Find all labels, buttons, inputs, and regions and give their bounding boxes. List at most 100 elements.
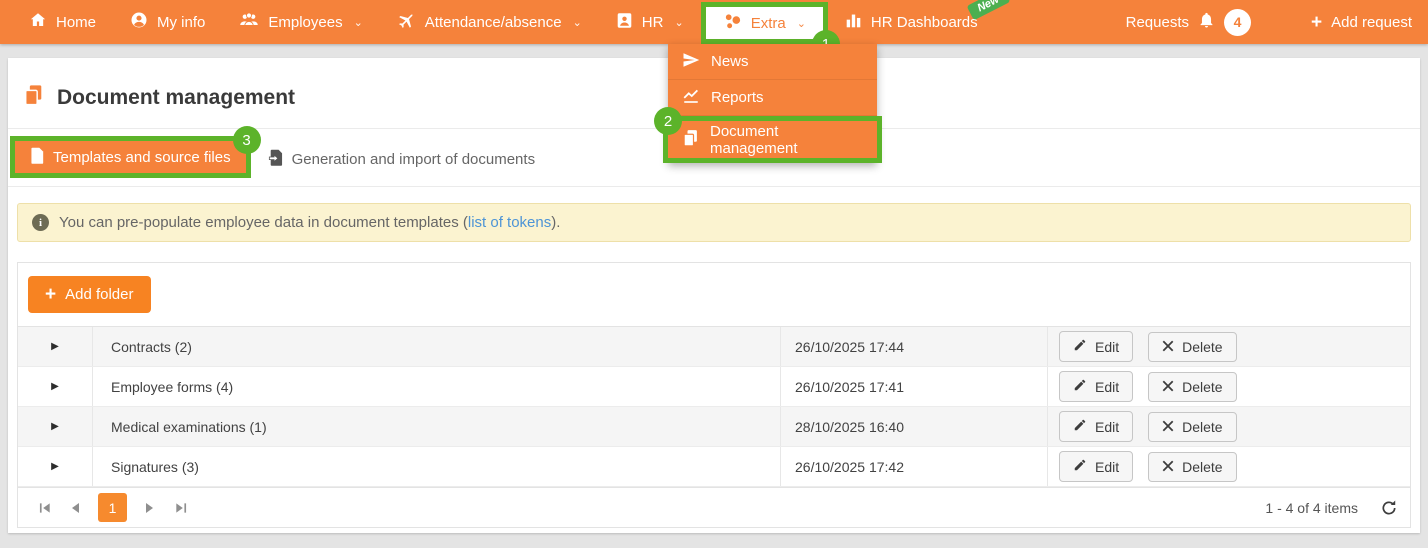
edit-button[interactable]: Edit [1059,371,1134,402]
expand-arrow-icon: ▶ [51,461,59,472]
expand-toggle[interactable]: ▶ [18,327,93,366]
edit-label: Edit [1095,378,1120,395]
add-request-button[interactable]: + Add request [1287,13,1412,32]
x-icon [1162,379,1174,395]
edit-label: Edit [1095,418,1120,435]
expand-toggle[interactable]: ▶ [18,447,93,486]
table-row: ▶ Employee forms (4) 26/10/2025 17:41 Ed… [18,367,1410,407]
top-navigation: Home My info Employees ⌄ Attendance/abse… [0,0,1428,58]
nav-item-hr[interactable]: HR ⌄ [599,0,701,44]
delete-button[interactable]: Delete [1148,331,1237,362]
documents-icon [682,129,699,151]
pagination-bar: 1 1 - 4 of 4 items [18,487,1410,527]
nav-item-attendance[interactable]: Attendance/absence ⌄ [380,0,599,44]
table-row: ▶ Medical examinations (1) 28/10/2025 16… [18,407,1410,447]
list-of-tokens-link[interactable]: list of tokens [468,214,551,231]
expand-arrow-icon: ▶ [51,381,59,392]
paper-plane-icon [682,51,700,73]
add-request-label: Add request [1331,13,1412,31]
refresh-icon[interactable] [1380,499,1398,517]
menu-item-label: Document management [710,122,798,157]
pager-page-1[interactable]: 1 [98,493,127,522]
hr-badge-icon [616,12,633,33]
annotation-box-templates-tab: Templates and source files 3 [10,126,261,178]
expand-toggle[interactable]: ▶ [18,407,93,446]
nav-right-section: Requests 4 + Add request [1126,8,1412,36]
grid-toolbar: + Add folder [18,263,1410,327]
nav-item-home[interactable]: Home [12,0,113,44]
menu-item-reports[interactable]: Reports [668,80,877,116]
requests-button[interactable]: Requests 4 [1126,8,1277,36]
nav-item-label: My info [157,13,206,31]
pager-right-section: 1 - 4 of 4 items [1265,499,1398,517]
row-actions: Edit Delete [1048,451,1410,482]
nav-item-label: Employees [268,13,343,31]
edit-button[interactable]: Edit [1059,331,1134,362]
folders-grid: + Add folder ▶ Contracts (2) 26/10/2025 … [17,262,1411,528]
banner-text: You can pre-populate employee data in do… [59,214,560,231]
row-actions: Edit Delete [1048,371,1410,402]
pager-previous-button[interactable] [60,493,90,523]
nav-item-my-info[interactable]: My info [113,0,222,44]
line-chart-icon [682,87,700,109]
people-icon [239,11,259,33]
extra-dropdown-menu: News Reports Document management 2 [654,44,882,163]
pager-last-button[interactable] [165,493,195,523]
nav-item-hr-dashboards[interactable]: HR Dashboards New [828,0,1011,44]
delete-label: Delete [1182,378,1223,395]
nav-item-employees[interactable]: Employees ⌄ [222,0,379,44]
bell-icon [1198,11,1215,33]
chevron-down-icon: ⌄ [674,16,684,29]
delete-label: Delete [1182,338,1223,355]
menu-item-label: News [711,53,749,70]
pager-summary: 1 - 4 of 4 items [1265,499,1358,516]
file-import-icon [268,149,283,170]
menu-item-document-management[interactable]: Document management [668,121,877,158]
pencil-icon [1073,338,1087,355]
tab-label: Templates and source files [53,148,231,166]
edit-button[interactable]: Edit [1059,411,1134,442]
folder-name: Employee forms (4) [93,367,781,406]
pencil-icon [1073,418,1087,435]
tab-generation-and-import[interactable]: Generation and import of documents [268,149,535,170]
delete-label: Delete [1182,458,1223,475]
x-icon [1162,339,1174,355]
nav-item-label: Attendance/absence [424,13,562,31]
menu-item-news[interactable]: News [668,44,877,80]
edit-label: Edit [1095,458,1120,475]
expand-arrow-icon: ▶ [51,421,59,432]
row-actions: Edit Delete [1048,411,1410,442]
delete-button[interactable]: Delete [1148,411,1237,442]
expand-toggle[interactable]: ▶ [18,367,93,406]
edit-button[interactable]: Edit [1059,451,1134,482]
tab-templates-and-source-files[interactable]: Templates and source files [15,141,246,173]
nav-item-label: HR Dashboards [870,13,978,31]
plus-icon: + [1311,11,1323,33]
edit-label: Edit [1095,338,1120,355]
pager-next-button[interactable] [135,493,165,523]
delete-button[interactable]: Delete [1148,451,1237,482]
file-icon [30,147,44,168]
pencil-icon [1073,378,1087,395]
nav-item-extra[interactable]: Extra ⌄ [706,7,823,39]
modified-date: 26/10/2025 17:44 [781,327,1048,366]
annotation-box-extra: Extra ⌄ 1 [700,2,840,58]
bar-chart-icon [845,12,862,33]
modified-date: 28/10/2025 16:40 [781,407,1048,446]
banner-text-after: ). [551,214,561,231]
documents-icon [23,84,44,111]
x-icon [1162,459,1174,475]
info-icon: i [32,214,49,231]
new-badge: New [966,0,1011,21]
folder-name: Signatures (3) [93,447,781,486]
plus-icon: + [45,284,57,305]
person-circle-icon [130,11,148,33]
chevron-down-icon: ⌄ [572,16,582,29]
pager-first-button[interactable] [30,493,60,523]
delete-button[interactable]: Delete [1148,371,1237,402]
add-folder-button[interactable]: + Add folder [28,276,151,313]
chevron-down-icon: ⌄ [353,16,363,29]
page-title: Document management [57,85,296,109]
row-actions: Edit Delete [1048,331,1410,362]
annotation-box-document-management: Document management 2 [654,107,882,163]
